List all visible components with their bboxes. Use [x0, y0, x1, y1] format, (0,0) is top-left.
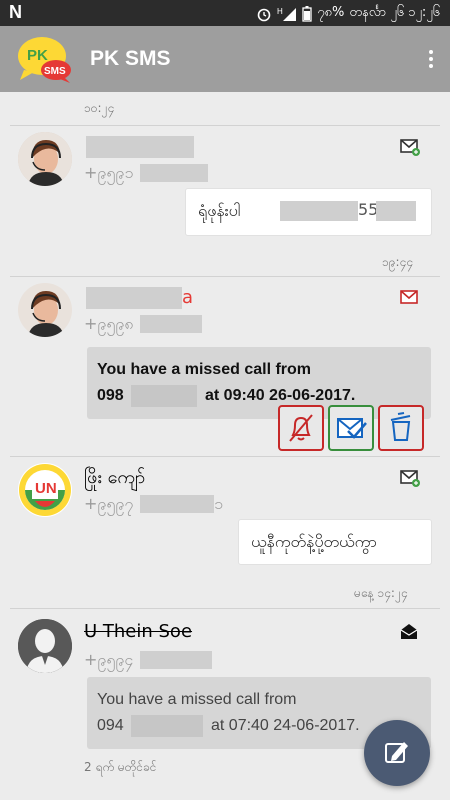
message-bubble: ရုံဖုန်းပါ 55 — [185, 188, 432, 236]
phone-number: +၉၅၉၈ — [84, 314, 134, 333]
phone-number-end: ၁ — [214, 494, 223, 513]
conversation-item[interactable]: +၉၅၉၁ ရုံဖုန်းပါ 55 ၁၉:၄၄ — [10, 125, 440, 276]
avatar — [18, 283, 72, 337]
avatar — [18, 132, 72, 186]
battery-percent: ၇၈% — [317, 5, 345, 20]
message-line-1: You have a missed call from — [97, 691, 297, 708]
timestamp: မနေ့ ၁၄:၂၄ — [354, 586, 408, 600]
message-line-2-prefix: 098 — [97, 387, 124, 404]
overflow-menu-icon[interactable] — [428, 48, 434, 70]
svg-text:UN: UN — [35, 480, 57, 497]
message-line-2-suffix: at 09:40 26-06-2017. — [205, 387, 356, 404]
message-line-2-prefix: 094 — [97, 717, 124, 734]
message-text: ယူနီကုတ်နဲ့ပို့တယ်ကွာ — [251, 532, 377, 551]
message-text: ရုံဖုန်းပါ — [198, 201, 241, 220]
battery-icon — [302, 5, 312, 22]
edit-icon — [385, 742, 408, 763]
mute-button[interactable] — [278, 405, 324, 451]
trash-icon — [390, 412, 411, 441]
message-line-2-suffix: at 07:40 24-06-2017. — [211, 717, 360, 734]
avatar: UN — [18, 463, 72, 517]
contact-name: ဖြိုး ကျော် — [84, 467, 146, 488]
envelope-new-icon — [400, 470, 420, 487]
svg-text:H: H — [277, 7, 283, 16]
timestamp: ၁၀:၂၄ — [84, 101, 115, 115]
bell-off-icon — [289, 414, 313, 442]
redacted-name — [86, 287, 182, 309]
envelope-open-icon — [400, 624, 418, 639]
network-indicator: N — [9, 2, 22, 22]
redacted-number — [140, 495, 214, 513]
delete-button[interactable] — [378, 405, 424, 451]
redacted-number — [140, 164, 208, 182]
redacted-content — [280, 201, 358, 221]
status-clock: တနင်္လာ ၂၆ ၁၂:၂၆ — [349, 5, 440, 20]
envelope-new-icon — [400, 139, 420, 156]
avatar — [18, 619, 72, 673]
app-title: PK SMS — [90, 47, 171, 70]
redacted-content — [376, 201, 416, 221]
mark-read-icon — [337, 418, 367, 439]
app-bar: PK SMS PK SMS — [0, 26, 450, 92]
conversation-list: ၁၀:၂၄ +၉၅၉၁ ရုံဖုန်းပါ 55 ၁၉:၄၄ a +၉၅၉၈ … — [0, 92, 450, 800]
message-bubble: ယူနီကုတ်နဲ့ပို့တယ်ကွာ — [238, 519, 432, 565]
timestamp: 2 ရက် မတိုင်ခင် — [84, 760, 157, 774]
phone-number: +၉၅၉၄ — [84, 650, 134, 669]
redacted-number — [131, 385, 197, 407]
compose-button[interactable] — [364, 720, 430, 786]
conversation-item[interactable]: a +၉၅၉၈ You have a missed call from 098 … — [10, 276, 440, 453]
envelope-unread-icon — [400, 290, 418, 304]
svg-text:SMS: SMS — [44, 66, 66, 77]
message-line-1: You have a missed call from — [97, 361, 312, 378]
phone-number: +၉၅၉၁ — [84, 163, 134, 182]
redacted-name — [86, 136, 194, 158]
timestamp: ၁၉:၄၄ — [382, 255, 414, 269]
signal-icon: H — [277, 7, 297, 21]
status-bar: N H ၇၈% တနင်္လာ ၂၆ ၁၂:၂၆ — [0, 0, 450, 26]
conversation-item[interactable]: UN ဖြိုး ကျော် +၉၅၉၇ ၁ ယူနီကုတ်နဲ့ပို့တယ… — [10, 456, 440, 607]
app-logo: PK SMS — [18, 37, 71, 83]
redacted-number — [131, 715, 203, 737]
contact-name-end: a — [182, 287, 194, 308]
phone-number: +၉၅၉၇ — [84, 494, 134, 513]
redacted-number — [140, 651, 212, 669]
mark-read-button[interactable] — [328, 405, 374, 451]
alarm-icon — [257, 8, 271, 21]
svg-text:PK: PK — [27, 47, 48, 64]
contact-name: U Thein Soe — [84, 621, 193, 642]
redacted-number — [140, 315, 202, 333]
